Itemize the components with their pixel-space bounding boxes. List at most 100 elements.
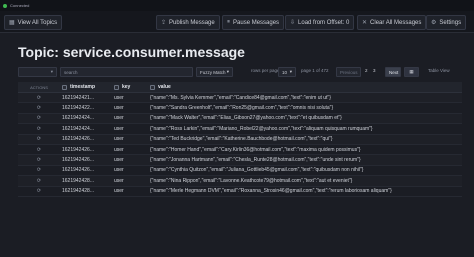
republish-icon[interactable]: ⟳	[18, 187, 60, 196]
column-header-timestamp[interactable]: timestamp	[60, 82, 100, 92]
value-cell: {"name":"Jonanna Hartmann","email":"Ches…	[150, 157, 361, 164]
republish-icon[interactable]: ⟳	[18, 155, 60, 164]
messages-table: ACTIONS timestamp key value ⟳ 1621942421.…	[18, 82, 462, 197]
key-cell: user	[114, 167, 124, 174]
page-info: page 1 of 472	[301, 68, 329, 73]
search-input[interactable]: search	[60, 67, 193, 77]
timestamp-cell: 1621942422...	[62, 105, 94, 112]
column-header-value[interactable]: value	[148, 82, 462, 92]
republish-icon[interactable]: ⟳	[18, 114, 60, 123]
close-icon: ✕	[362, 20, 368, 26]
republish-icon[interactable]: ⟳	[18, 145, 60, 154]
table-icon: ▦	[409, 69, 414, 74]
value-cell: {"name":"Ross Larkin","email":"Mariano_R…	[150, 125, 373, 132]
key-cell: user	[114, 105, 124, 112]
next-label: Next	[389, 69, 399, 75]
timestamp-cell: 1621942428...	[62, 188, 94, 195]
view-all-topics-button[interactable]: ▦ View All Topics	[4, 15, 63, 30]
chevron-down-icon: ▾	[226, 69, 229, 74]
timestamp-cell: 1621942424...	[62, 125, 94, 132]
previous-label: Previous	[340, 69, 358, 75]
settings-label: Settings	[439, 19, 462, 26]
timestamp-cell: 1621942421...	[62, 94, 94, 101]
table-row[interactable]: ⟳ 1621942426... user {"name":"Homer Hand","…	[18, 145, 462, 156]
chevron-down-icon: ▾	[50, 69, 53, 74]
column-header-key[interactable]: key	[112, 82, 148, 92]
sort-checkbox-icon	[150, 84, 155, 90]
page-2-link[interactable]: 2	[365, 68, 368, 73]
upload-icon: ⇪	[161, 20, 167, 26]
rows-per-page-select[interactable]: 10 ▾	[278, 67, 296, 77]
key-cell: user	[114, 146, 124, 153]
table-row[interactable]: ⟳ 1621942426... user {"name":"Jonanna Hartm…	[18, 155, 462, 166]
sort-checkbox-icon	[62, 84, 67, 90]
table-row[interactable]: ⟳ 1621942428... user {"name":"Nina Rippon",…	[18, 176, 462, 187]
value-cell: {"name":"Ms. Sylvia Kemmer","email":"Can…	[150, 94, 331, 101]
chevron-down-icon: ▾	[289, 69, 292, 74]
republish-icon[interactable]: ⟳	[18, 93, 60, 102]
view-all-topics-label: View All Topics	[17, 19, 58, 26]
column-header-actions: ACTIONS	[30, 84, 48, 90]
download-icon: ⇩	[290, 20, 296, 26]
pause-messages-button[interactable]: ⏸ Pause Messages	[222, 15, 285, 30]
value-cell: {"name":"Sandra Greenholt","email":"Ron2…	[150, 105, 334, 112]
pause-messages-label: Pause Messages	[233, 19, 280, 26]
match-mode-value: Fuzzy Match	[200, 69, 226, 75]
table-row[interactable]: ⟳ 1621942424... user {"name":"Mack Walter",…	[18, 113, 462, 125]
key-cell: user	[114, 125, 124, 132]
republish-icon[interactable]: ⟳	[18, 124, 60, 133]
timestamp-cell: 1621942426...	[62, 136, 94, 143]
clear-all-messages-button[interactable]: ✕ Clear All Messages	[357, 15, 427, 30]
toolbar: ▦ View All Topics ⇪ Publish Message ⏸ Pa…	[0, 11, 474, 33]
pause-icon: ⏸	[227, 19, 231, 25]
republish-icon[interactable]: ⟳	[18, 166, 60, 175]
timestamp-cell: 1621942424...	[62, 115, 94, 122]
key-cell: user	[114, 157, 124, 164]
value-cell: {"name":"Ted Buckridge","email":"Katheri…	[150, 136, 333, 143]
timestamp-cell: 1621942426...	[62, 146, 94, 153]
rows-per-page-value: 10	[282, 69, 288, 75]
connection-status-dot-icon	[3, 3, 7, 8]
settings-button[interactable]: ⚙ Settings	[426, 15, 467, 30]
table-view-toggle[interactable]: ▦	[404, 67, 419, 77]
load-from-offset-label: Load from Offset: 0	[298, 19, 350, 26]
page-3-link[interactable]: 3	[373, 68, 376, 73]
table-row[interactable]: ⟳ 1621942421... user {"name":"Ms. Sylvia Ke…	[18, 93, 462, 104]
table-row[interactable]: ⟳ 1621942426... user {"name":"Cynthia Quitz…	[18, 166, 462, 177]
page-title: Topic: service.consumer.message	[18, 44, 245, 60]
next-page-button[interactable]: Next	[385, 67, 401, 77]
filter-bar: ▾ search Fuzzy Match ▾ rows per page 10 …	[0, 66, 474, 78]
table-row[interactable]: ⟳ 1621942426... user {"name":"Ted Buckridge…	[18, 134, 462, 145]
filter-column-select[interactable]: ▾	[18, 67, 57, 77]
table-row[interactable]: ⟳ 1621942422... user {"name":"Sandra Greenh…	[18, 103, 462, 114]
table-header: ACTIONS timestamp key value	[18, 82, 462, 93]
key-cell: user	[114, 136, 124, 143]
value-cell: {"name":"Merle Hegmann DVM","email":"Rox…	[150, 188, 392, 195]
table-row[interactable]: ⟳ 1621942428... user {"name":"Merle Hegmann…	[18, 187, 462, 197]
key-cell: user	[114, 188, 124, 195]
previous-page-button[interactable]: Previous	[336, 67, 361, 77]
republish-icon[interactable]: ⟳	[18, 176, 60, 185]
key-cell: user	[114, 115, 124, 122]
sort-checkbox-icon	[114, 84, 119, 90]
republish-icon[interactable]: ⟳	[18, 103, 60, 112]
timestamp-cell: 1621942426...	[62, 157, 94, 164]
key-cell: user	[114, 177, 124, 184]
republish-icon[interactable]: ⟳	[18, 135, 60, 144]
table-body: ⟳ 1621942421... user {"name":"Ms. Sylvia Ke…	[18, 93, 462, 197]
match-mode-select[interactable]: Fuzzy Match ▾	[196, 67, 233, 77]
value-cell: {"name":"Cynthia Quitzon","email":"Julia…	[150, 167, 364, 174]
publish-message-button[interactable]: ⇪ Publish Message	[156, 15, 220, 30]
gear-icon: ⚙	[431, 20, 437, 26]
table-row[interactable]: ⟳ 1621942424... user {"name":"Ross Larkin",…	[18, 124, 462, 135]
timestamp-cell: 1621942428...	[62, 177, 94, 184]
value-cell: {"name":"Homer Hand","email":"Cary.Kirli…	[150, 146, 361, 153]
publish-message-label: Publish Message	[169, 19, 215, 26]
rows-per-page-label: rows per page	[251, 68, 280, 73]
value-cell: {"name":"Mack Walter","email":"Elias_Gib…	[150, 115, 342, 122]
load-from-offset-button[interactable]: ⇩ Load from Offset: 0	[285, 15, 355, 30]
status-bar: Connected	[0, 0, 474, 11]
table-view-label: Table View	[428, 68, 450, 73]
value-cell: {"name":"Nina Rippon","email":"Lavonne.K…	[150, 177, 353, 184]
search-placeholder: search	[64, 69, 78, 75]
